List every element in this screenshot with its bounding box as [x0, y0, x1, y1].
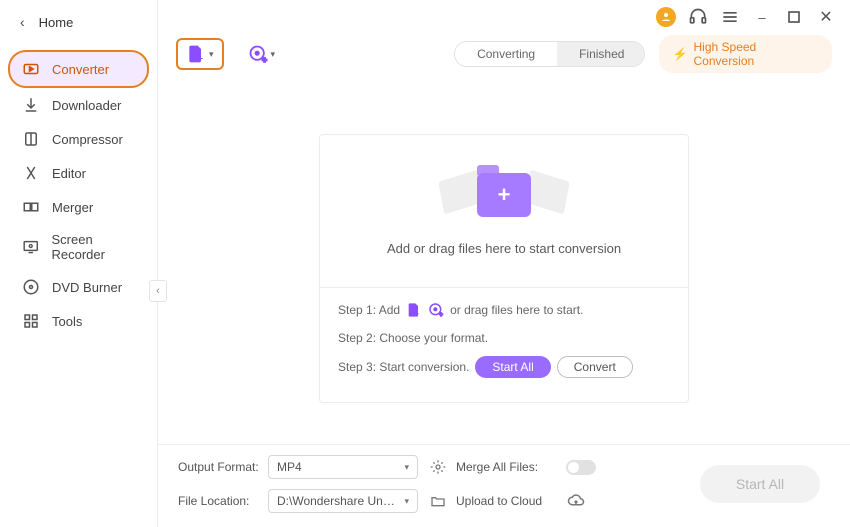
svg-text:+: + — [262, 54, 267, 64]
step-1: Step 1: Add + + or drag files here to st… — [338, 300, 670, 320]
merge-all-toggle[interactable] — [566, 460, 596, 475]
upload-cloud-label: Upload to Cloud — [456, 494, 566, 508]
footer-bar: Output Format: MP4 ▾ Merge All Files: St… — [158, 444, 850, 527]
dvd-burner-icon — [22, 278, 40, 296]
drop-zone-top: + Add or drag files here to start conver… — [320, 135, 688, 287]
tab-finished[interactable]: Finished — [557, 42, 644, 66]
back-chevron-icon: ‹ — [20, 14, 25, 30]
user-avatar-icon[interactable] — [656, 7, 676, 27]
content-area: + Add or drag files here to start conver… — [158, 74, 850, 444]
home-nav[interactable]: ‹ Home — [0, 0, 157, 44]
nav-list: Converter Downloader Compressor Editor M… — [0, 44, 157, 338]
file-location-value: D:\Wondershare UniConverter 1 — [277, 494, 397, 508]
add-dvd-mini-icon: + — [428, 302, 444, 318]
step1-prefix: Step 1: Add — [338, 300, 400, 320]
converter-icon — [22, 60, 40, 78]
step-2: Step 2: Choose your format. — [338, 328, 670, 348]
screen-recorder-icon — [22, 238, 39, 256]
tab-switch: Converting Finished — [454, 41, 644, 67]
compressor-icon — [22, 130, 40, 148]
sidebar-collapse-handle[interactable]: ‹ — [149, 280, 167, 302]
start-all-button[interactable]: Start All — [700, 465, 820, 503]
highspeed-label: High Speed Conversion — [694, 40, 819, 68]
file-location-select[interactable]: D:\Wondershare UniConverter 1 ▾ — [268, 489, 418, 513]
add-file-button[interactable]: + ▾ — [176, 38, 224, 70]
svg-text:+: + — [439, 313, 443, 318]
start-all-mini-button[interactable]: Start All — [475, 356, 550, 378]
bolt-icon: ⚡ — [673, 47, 688, 61]
nav-label: Editor — [52, 166, 86, 181]
tools-icon — [22, 312, 40, 330]
nav-label: Converter — [52, 62, 109, 77]
step3-text: Step 3: Start conversion. — [338, 357, 469, 377]
sidebar-item-screen-recorder[interactable]: Screen Recorder — [0, 224, 157, 270]
home-label: Home — [39, 15, 74, 30]
window-minimize-icon[interactable]: – — [752, 7, 772, 27]
tab-converting[interactable]: Converting — [455, 42, 557, 66]
nav-label: Tools — [52, 314, 82, 329]
hamburger-menu-icon[interactable] — [720, 7, 740, 27]
nav-label: Screen Recorder — [51, 232, 147, 262]
downloader-icon — [22, 96, 40, 114]
chevron-down-icon: ▾ — [404, 462, 409, 473]
chevron-down-icon: ▾ — [404, 496, 409, 507]
drop-zone[interactable]: + Add or drag files here to start conver… — [319, 134, 689, 403]
sidebar: ‹ Home Converter Downloader Compressor E… — [0, 0, 158, 527]
editor-icon — [22, 164, 40, 182]
cloud-upload-icon[interactable] — [566, 491, 586, 511]
support-headset-icon[interactable] — [688, 7, 708, 27]
window-close-icon[interactable]: ✕ — [816, 7, 836, 27]
high-speed-conversion-button[interactable]: ⚡ High Speed Conversion — [659, 35, 832, 73]
titlebar: – ✕ — [158, 0, 850, 34]
nav-label: Compressor — [52, 132, 123, 147]
step-3: Step 3: Start conversion. Start All Conv… — [338, 356, 670, 378]
window-maximize-icon[interactable] — [784, 7, 804, 27]
sidebar-item-downloader[interactable]: Downloader — [0, 88, 157, 122]
toolbar: + ▾ + ▾ Converting Finished ⚡ High Speed… — [158, 34, 850, 74]
main-panel: – ✕ + ▾ + ▾ Converting Finished ⚡ High S… — [158, 0, 850, 527]
file-location-label: File Location: — [178, 494, 268, 508]
sidebar-item-editor[interactable]: Editor — [0, 156, 157, 190]
format-settings-icon[interactable] — [428, 457, 448, 477]
sidebar-item-merger[interactable]: Merger — [0, 190, 157, 224]
nav-label: Merger — [52, 200, 93, 215]
merger-icon — [22, 198, 40, 216]
step1-suffix: or drag files here to start. — [450, 300, 583, 320]
drop-title: Add or drag files here to start conversi… — [387, 241, 621, 256]
sidebar-item-converter[interactable]: Converter — [8, 50, 149, 88]
add-file-mini-icon: + — [406, 302, 422, 318]
sidebar-item-tools[interactable]: Tools — [0, 304, 157, 338]
svg-text:+: + — [198, 54, 203, 64]
nav-label: Downloader — [52, 98, 121, 113]
open-folder-icon[interactable] — [428, 491, 448, 511]
drop-steps: Step 1: Add + + or drag files here to st… — [320, 287, 688, 402]
sidebar-item-compressor[interactable]: Compressor — [0, 122, 157, 156]
sidebar-item-dvd-burner[interactable]: DVD Burner — [0, 270, 157, 304]
output-format-select[interactable]: MP4 ▾ — [268, 455, 418, 479]
chevron-down-icon: ▾ — [271, 49, 276, 60]
output-format-label: Output Format: — [178, 460, 268, 474]
add-dvd-button[interactable]: + ▾ — [238, 38, 286, 70]
folder-plus-icon: + — [459, 167, 549, 227]
nav-label: DVD Burner — [52, 280, 122, 295]
convert-mini-button[interactable]: Convert — [557, 356, 633, 378]
svg-text:+: + — [415, 311, 419, 318]
merge-label: Merge All Files: — [456, 460, 566, 474]
output-format-value: MP4 — [277, 460, 302, 474]
chevron-down-icon: ▾ — [209, 49, 214, 60]
